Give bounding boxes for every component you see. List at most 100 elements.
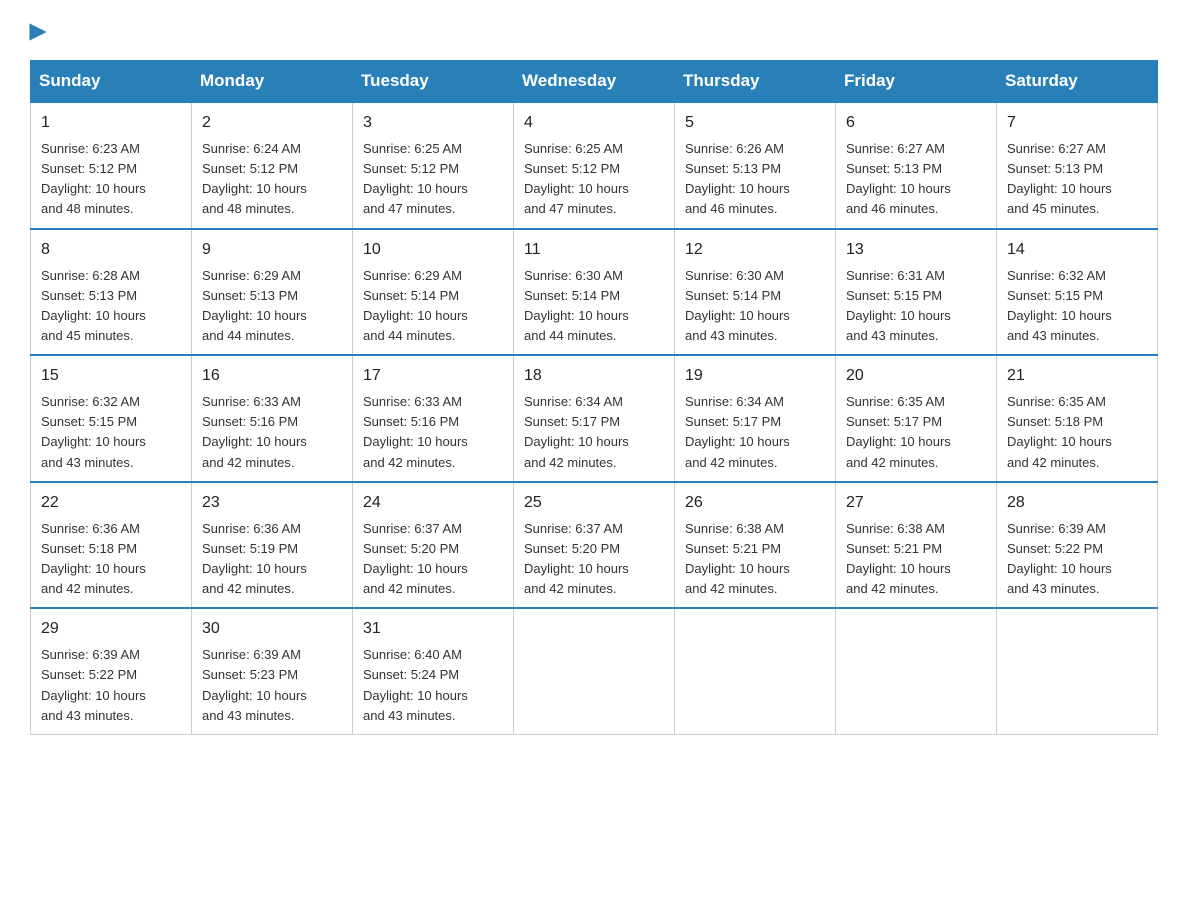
day-info: Sunrise: 6:25 AMSunset: 5:12 PMDaylight:…	[524, 139, 664, 220]
calendar-cell: 12 Sunrise: 6:30 AMSunset: 5:14 PMDayligh…	[675, 229, 836, 356]
day-info: Sunrise: 6:33 AMSunset: 5:16 PMDaylight:…	[202, 392, 342, 473]
day-info: Sunrise: 6:35 AMSunset: 5:18 PMDaylight:…	[1007, 392, 1147, 473]
calendar-cell: 24 Sunrise: 6:37 AMSunset: 5:20 PMDayligh…	[353, 482, 514, 609]
day-info: Sunrise: 6:40 AMSunset: 5:24 PMDaylight:…	[363, 645, 503, 726]
calendar-cell: 7Sunrise: 6:27 AMSunset: 5:13 PMDaylight…	[997, 102, 1158, 229]
calendar-cell: 26 Sunrise: 6:38 AMSunset: 5:21 PMDayligh…	[675, 482, 836, 609]
calendar-cell: 28 Sunrise: 6:39 AMSunset: 5:22 PMDayligh…	[997, 482, 1158, 609]
calendar-cell: 18 Sunrise: 6:34 AMSunset: 5:17 PMDayligh…	[514, 355, 675, 482]
calendar-cell: 13 Sunrise: 6:31 AMSunset: 5:15 PMDayligh…	[836, 229, 997, 356]
day-info: Sunrise: 6:35 AMSunset: 5:17 PMDaylight:…	[846, 392, 986, 473]
calendar-cell: 19Sunrise: 6:34 AMSunset: 5:17 PMDayligh…	[675, 355, 836, 482]
day-number: 21	[1007, 364, 1147, 388]
day-number: 20	[846, 364, 986, 388]
day-number: 31	[363, 617, 503, 641]
column-header-friday: Friday	[836, 61, 997, 103]
day-info: Sunrise: 6:36 AMSunset: 5:18 PMDaylight:…	[41, 519, 181, 600]
day-info: Sunrise: 6:32 AMSunset: 5:15 PMDaylight:…	[41, 392, 181, 473]
week-row-4: 22Sunrise: 6:36 AMSunset: 5:18 PMDayligh…	[31, 482, 1158, 609]
calendar-cell: 10 Sunrise: 6:29 AMSunset: 5:14 PMDayligh…	[353, 229, 514, 356]
day-info: Sunrise: 6:34 AMSunset: 5:17 PMDaylight:…	[524, 392, 664, 473]
calendar-cell: 17 Sunrise: 6:33 AMSunset: 5:16 PMDayligh…	[353, 355, 514, 482]
day-info: Sunrise: 6:25 AMSunset: 5:12 PMDaylight:…	[363, 139, 503, 220]
calendar-cell	[997, 608, 1158, 734]
day-number: 8	[41, 238, 181, 262]
day-info: Sunrise: 6:28 AMSunset: 5:13 PMDaylight:…	[41, 266, 181, 347]
day-number: 5	[685, 111, 825, 135]
calendar-cell	[675, 608, 836, 734]
calendar-cell: 20 Sunrise: 6:35 AMSunset: 5:17 PMDayligh…	[836, 355, 997, 482]
day-info: Sunrise: 6:23 AMSunset: 5:12 PMDaylight:…	[41, 139, 181, 220]
day-number: 29	[41, 617, 181, 641]
day-info: Sunrise: 6:29 AMSunset: 5:13 PMDaylight:…	[202, 266, 342, 347]
day-number: 2	[202, 111, 342, 135]
day-info: Sunrise: 6:38 AMSunset: 5:21 PMDaylight:…	[685, 519, 825, 600]
day-info: Sunrise: 6:24 AMSunset: 5:12 PMDaylight:…	[202, 139, 342, 220]
day-number: 18	[524, 364, 664, 388]
day-number: 4	[524, 111, 664, 135]
day-number: 28	[1007, 491, 1147, 515]
day-info: Sunrise: 6:33 AMSunset: 5:16 PMDaylight:…	[363, 392, 503, 473]
day-number: 1	[41, 111, 181, 135]
calendar-cell: 14 Sunrise: 6:32 AMSunset: 5:15 PMDayligh…	[997, 229, 1158, 356]
calendar-cell: 6 Sunrise: 6:27 AMSunset: 5:13 PMDaylight…	[836, 102, 997, 229]
day-info: Sunrise: 6:37 AMSunset: 5:20 PMDaylight:…	[363, 519, 503, 600]
calendar-cell: 1 Sunrise: 6:23 AMSunset: 5:12 PMDaylight…	[31, 102, 192, 229]
day-number: 16	[202, 364, 342, 388]
calendar-cell: 2 Sunrise: 6:24 AMSunset: 5:12 PMDaylight…	[192, 102, 353, 229]
day-info: Sunrise: 6:26 AMSunset: 5:13 PMDaylight:…	[685, 139, 825, 220]
day-number: 13	[846, 238, 986, 262]
week-row-1: 1 Sunrise: 6:23 AMSunset: 5:12 PMDaylight…	[31, 102, 1158, 229]
calendar-cell: 25 Sunrise: 6:37 AMSunset: 5:20 PMDayligh…	[514, 482, 675, 609]
day-info: Sunrise: 6:37 AMSunset: 5:20 PMDaylight:…	[524, 519, 664, 600]
day-number: 15	[41, 364, 181, 388]
calendar-cell: 23Sunrise: 6:36 AMSunset: 5:19 PMDayligh…	[192, 482, 353, 609]
calendar-cell: 31 Sunrise: 6:40 AMSunset: 5:24 PMDayligh…	[353, 608, 514, 734]
calendar-cell: 3 Sunrise: 6:25 AMSunset: 5:12 PMDaylight…	[353, 102, 514, 229]
calendar-cell: 9 Sunrise: 6:29 AMSunset: 5:13 PMDaylight…	[192, 229, 353, 356]
calendar-cell: 30Sunrise: 6:39 AMSunset: 5:23 PMDayligh…	[192, 608, 353, 734]
calendar-cell: 11Sunrise: 6:30 AMSunset: 5:14 PMDayligh…	[514, 229, 675, 356]
column-header-wednesday: Wednesday	[514, 61, 675, 103]
day-info: Sunrise: 6:27 AMSunset: 5:13 PMDaylight:…	[846, 139, 986, 220]
day-number: 6	[846, 111, 986, 135]
day-number: 26	[685, 491, 825, 515]
column-header-saturday: Saturday	[997, 61, 1158, 103]
day-info: Sunrise: 6:38 AMSunset: 5:21 PMDaylight:…	[846, 519, 986, 600]
day-info: Sunrise: 6:29 AMSunset: 5:14 PMDaylight:…	[363, 266, 503, 347]
calendar-cell: 16 Sunrise: 6:33 AMSunset: 5:16 PMDayligh…	[192, 355, 353, 482]
day-number: 24	[363, 491, 503, 515]
calendar-cell	[514, 608, 675, 734]
calendar-header-row: SundayMondayTuesdayWednesdayThursdayFrid…	[31, 61, 1158, 103]
day-info: Sunrise: 6:32 AMSunset: 5:15 PMDaylight:…	[1007, 266, 1147, 347]
day-number: 25	[524, 491, 664, 515]
day-number: 12	[685, 238, 825, 262]
day-number: 19	[685, 364, 825, 388]
column-header-sunday: Sunday	[31, 61, 192, 103]
day-number: 9	[202, 238, 342, 262]
day-number: 7	[1007, 111, 1147, 135]
calendar-cell: 27Sunrise: 6:38 AMSunset: 5:21 PMDayligh…	[836, 482, 997, 609]
calendar-cell: 4 Sunrise: 6:25 AMSunset: 5:12 PMDaylight…	[514, 102, 675, 229]
column-header-tuesday: Tuesday	[353, 61, 514, 103]
logo-triangle-icon	[26, 20, 50, 44]
day-number: 3	[363, 111, 503, 135]
calendar-cell: 22Sunrise: 6:36 AMSunset: 5:18 PMDayligh…	[31, 482, 192, 609]
day-number: 14	[1007, 238, 1147, 262]
day-info: Sunrise: 6:31 AMSunset: 5:15 PMDaylight:…	[846, 266, 986, 347]
day-number: 11	[524, 238, 664, 262]
day-info: Sunrise: 6:39 AMSunset: 5:23 PMDaylight:…	[202, 645, 342, 726]
calendar-cell: 15 Sunrise: 6:32 AMSunset: 5:15 PMDayligh…	[31, 355, 192, 482]
week-row-3: 15 Sunrise: 6:32 AMSunset: 5:15 PMDayligh…	[31, 355, 1158, 482]
day-info: Sunrise: 6:36 AMSunset: 5:19 PMDaylight:…	[202, 519, 342, 600]
day-info: Sunrise: 6:30 AMSunset: 5:14 PMDaylight:…	[685, 266, 825, 347]
calendar-cell: 29Sunrise: 6:39 AMSunset: 5:22 PMDayligh…	[31, 608, 192, 734]
logo	[30, 20, 50, 40]
week-row-5: 29Sunrise: 6:39 AMSunset: 5:22 PMDayligh…	[31, 608, 1158, 734]
day-info: Sunrise: 6:39 AMSunset: 5:22 PMDaylight:…	[1007, 519, 1147, 600]
day-number: 17	[363, 364, 503, 388]
day-number: 10	[363, 238, 503, 262]
calendar-cell: 21 Sunrise: 6:35 AMSunset: 5:18 PMDayligh…	[997, 355, 1158, 482]
calendar-cell: 5 Sunrise: 6:26 AMSunset: 5:13 PMDaylight…	[675, 102, 836, 229]
week-row-2: 8 Sunrise: 6:28 AMSunset: 5:13 PMDaylight…	[31, 229, 1158, 356]
